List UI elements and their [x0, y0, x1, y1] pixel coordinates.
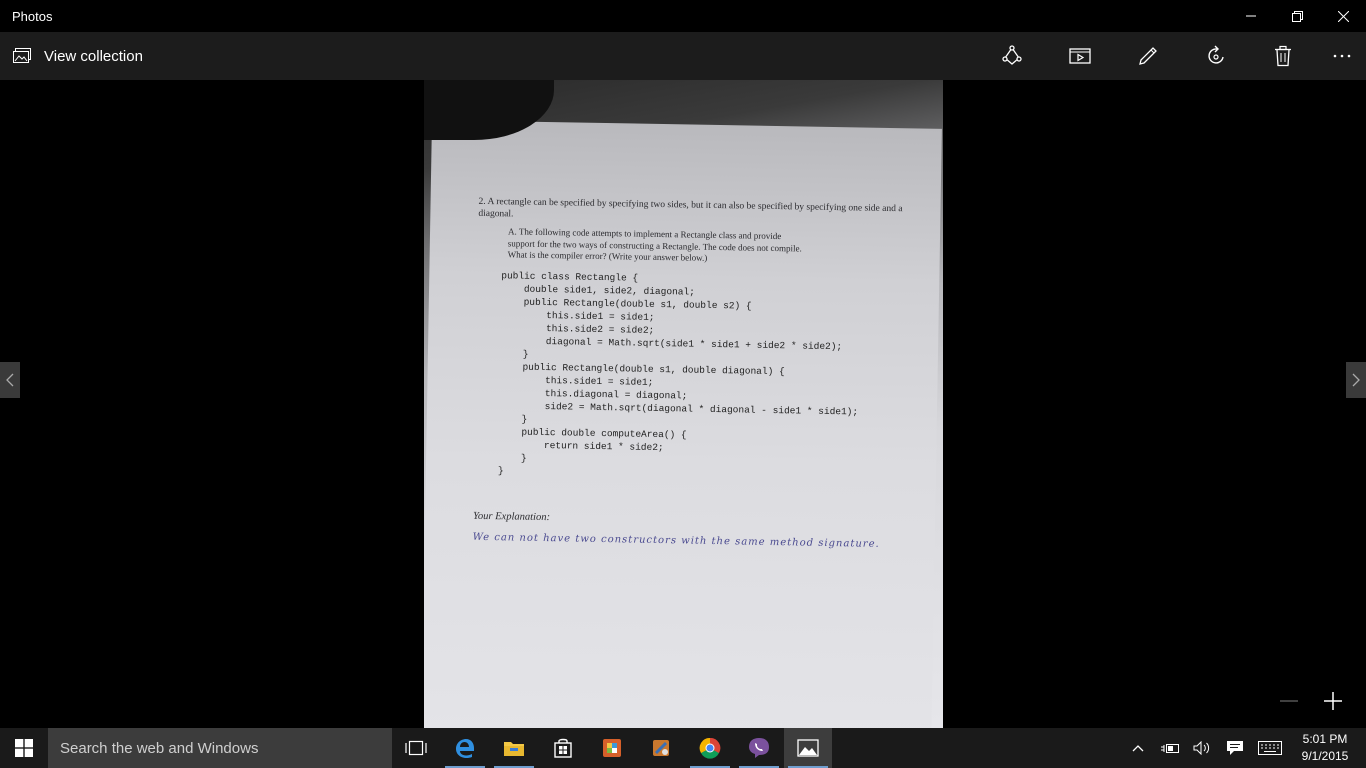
viber-icon [749, 738, 769, 758]
zoom-in-button[interactable] [1318, 686, 1348, 716]
battery-plug-icon [1161, 744, 1179, 753]
trash-icon [1275, 45, 1291, 67]
taskbar-app-5[interactable] [588, 728, 636, 768]
taskbar-chrome[interactable] [686, 728, 734, 768]
zoom-out-button[interactable] [1274, 686, 1304, 716]
folder-icon [504, 742, 524, 756]
photo-toolbar: View collection [0, 32, 1366, 80]
edge-icon [456, 739, 474, 759]
taskbar-clock[interactable]: 5:01 PM 9/1/2015 [1292, 731, 1358, 765]
slideshow-button[interactable] [1056, 32, 1104, 80]
collection-icon [13, 48, 31, 63]
share-button[interactable] [988, 32, 1036, 80]
task-view-button[interactable] [392, 728, 440, 768]
photo-viewer[interactable]: 2. A rectangle can be specified by speci… [0, 80, 1366, 728]
battery-tray[interactable] [1158, 728, 1182, 768]
task-view-icon [405, 740, 427, 756]
start-button[interactable] [0, 728, 48, 768]
chevron-up-icon [1132, 745, 1144, 752]
code-block: public class Rectangle { double side1, s… [497, 269, 859, 476]
clock-date: 9/1/2015 [1301, 749, 1349, 763]
edit-button[interactable] [1124, 32, 1172, 80]
view-collection-label: View collection [44, 47, 143, 65]
taskbar-viber[interactable] [735, 728, 783, 768]
chevron-left-icon [6, 373, 14, 387]
volume-tray[interactable] [1190, 728, 1214, 768]
pencil-icon [1139, 47, 1157, 65]
search-placeholder: Search the web and Windows [60, 739, 259, 757]
more-options-button[interactable] [1318, 32, 1366, 80]
title-bar: Photos [0, 0, 1366, 32]
view-collection-button[interactable]: View collection [0, 32, 143, 80]
minimize-button[interactable] [1228, 0, 1274, 32]
utility-app-icon [653, 740, 669, 756]
delete-button[interactable] [1259, 32, 1307, 80]
photo: 2. A rectangle can be specified by speci… [424, 80, 943, 728]
share-icon [1002, 45, 1022, 65]
previous-photo-button[interactable] [0, 362, 20, 398]
notification-icon [1227, 741, 1243, 755]
windows-logo-icon [15, 739, 33, 757]
close-icon [1337, 10, 1349, 22]
chrome-icon [699, 737, 721, 759]
handwritten-answer: We can not have two constructors with th… [472, 531, 880, 550]
keyboard-icon [1258, 741, 1282, 755]
app-title: Photos [12, 9, 53, 24]
taskbar-store[interactable] [539, 728, 587, 768]
taskbar: Search the web and Windows 5:01 PM 9/1/2… [0, 728, 1366, 768]
chevron-right-icon [1352, 373, 1360, 387]
minus-icon [1280, 700, 1298, 702]
more-icon [1333, 54, 1351, 58]
clock-time: 5:01 PM [1302, 732, 1348, 746]
restore-button[interactable] [1274, 0, 1320, 32]
slideshow-icon [1069, 48, 1091, 64]
speaker-icon [1193, 741, 1210, 755]
part-a-text: A. The following code attempts to implem… [507, 226, 802, 263]
document-content: 2. A rectangle can be specified by speci… [473, 196, 919, 553]
taskbar-edge[interactable] [441, 728, 489, 768]
minimize-icon [1246, 15, 1256, 17]
taskbar-app-6[interactable] [637, 728, 685, 768]
taskbar-file-explorer[interactable] [490, 728, 538, 768]
office-app-icon [603, 739, 621, 757]
action-center-button[interactable] [1222, 728, 1248, 768]
touch-keyboard-button[interactable] [1256, 728, 1284, 768]
next-photo-button[interactable] [1346, 362, 1366, 398]
plus-icon [1324, 692, 1342, 710]
photos-icon [797, 739, 819, 757]
explanation-label: Your Explanation: [473, 510, 551, 523]
close-button[interactable] [1320, 0, 1366, 32]
show-hidden-icons-button[interactable] [1128, 728, 1148, 768]
search-box[interactable]: Search the web and Windows [48, 728, 392, 768]
store-icon [554, 738, 572, 758]
taskbar-photos[interactable] [784, 728, 832, 768]
question-text: 2. A rectangle can be specified by speci… [478, 196, 903, 220]
rotate-button[interactable] [1192, 32, 1240, 80]
exam-paper: 2. A rectangle can be specified by speci… [424, 120, 942, 728]
restore-icon [1291, 10, 1303, 22]
rotate-icon [1208, 45, 1224, 64]
